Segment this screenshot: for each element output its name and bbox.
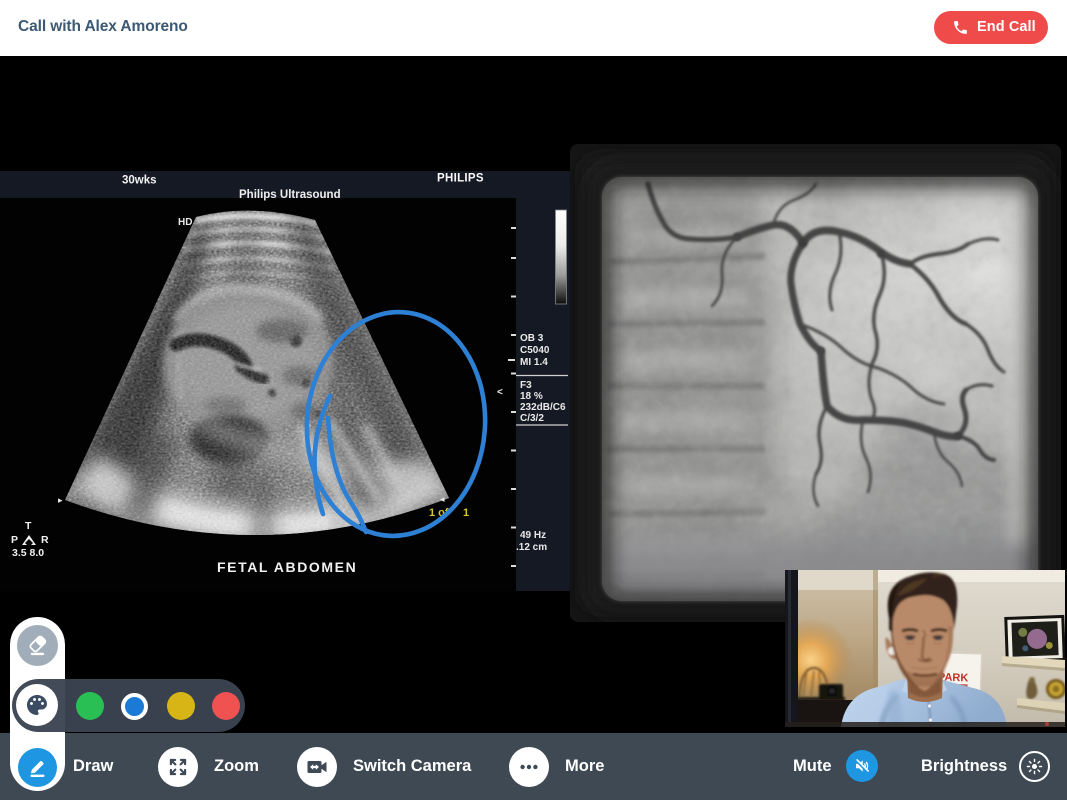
svg-text:1: 1 <box>463 507 469 519</box>
svg-text:OB 3: OB 3 <box>520 333 544 344</box>
svg-text:FETAL ABDOMEN: FETAL ABDOMEN <box>217 559 357 575</box>
svg-text:18 %: 18 % <box>520 391 543 402</box>
svg-text:C5040: C5040 <box>520 345 550 356</box>
svg-text:F3: F3 <box>520 380 532 391</box>
svg-text:C/3/2: C/3/2 <box>520 413 544 424</box>
svg-text:30wks: 30wks <box>122 175 157 187</box>
svg-text:▸: ▸ <box>58 495 63 505</box>
svg-text:<: < <box>497 387 503 398</box>
svg-text:232dB/C6: 232dB/C6 <box>520 402 566 413</box>
svg-text:PHILIPS: PHILIPS <box>437 173 484 185</box>
svg-text:◂: ◂ <box>440 494 445 504</box>
svg-text:P: P <box>11 534 18 546</box>
svg-text:MI 1.4: MI 1.4 <box>520 357 548 368</box>
svg-text:HD: HD <box>178 217 192 228</box>
svg-text:Philips Ultrasound: Philips Ultrasound <box>239 189 341 201</box>
svg-text:.12 cm: .12 cm <box>516 542 547 553</box>
svg-text:3.5 8.0: 3.5 8.0 <box>12 547 44 559</box>
svg-text:R: R <box>41 534 49 546</box>
svg-text:49 Hz: 49 Hz <box>520 530 546 541</box>
svg-text:T: T <box>25 520 32 532</box>
